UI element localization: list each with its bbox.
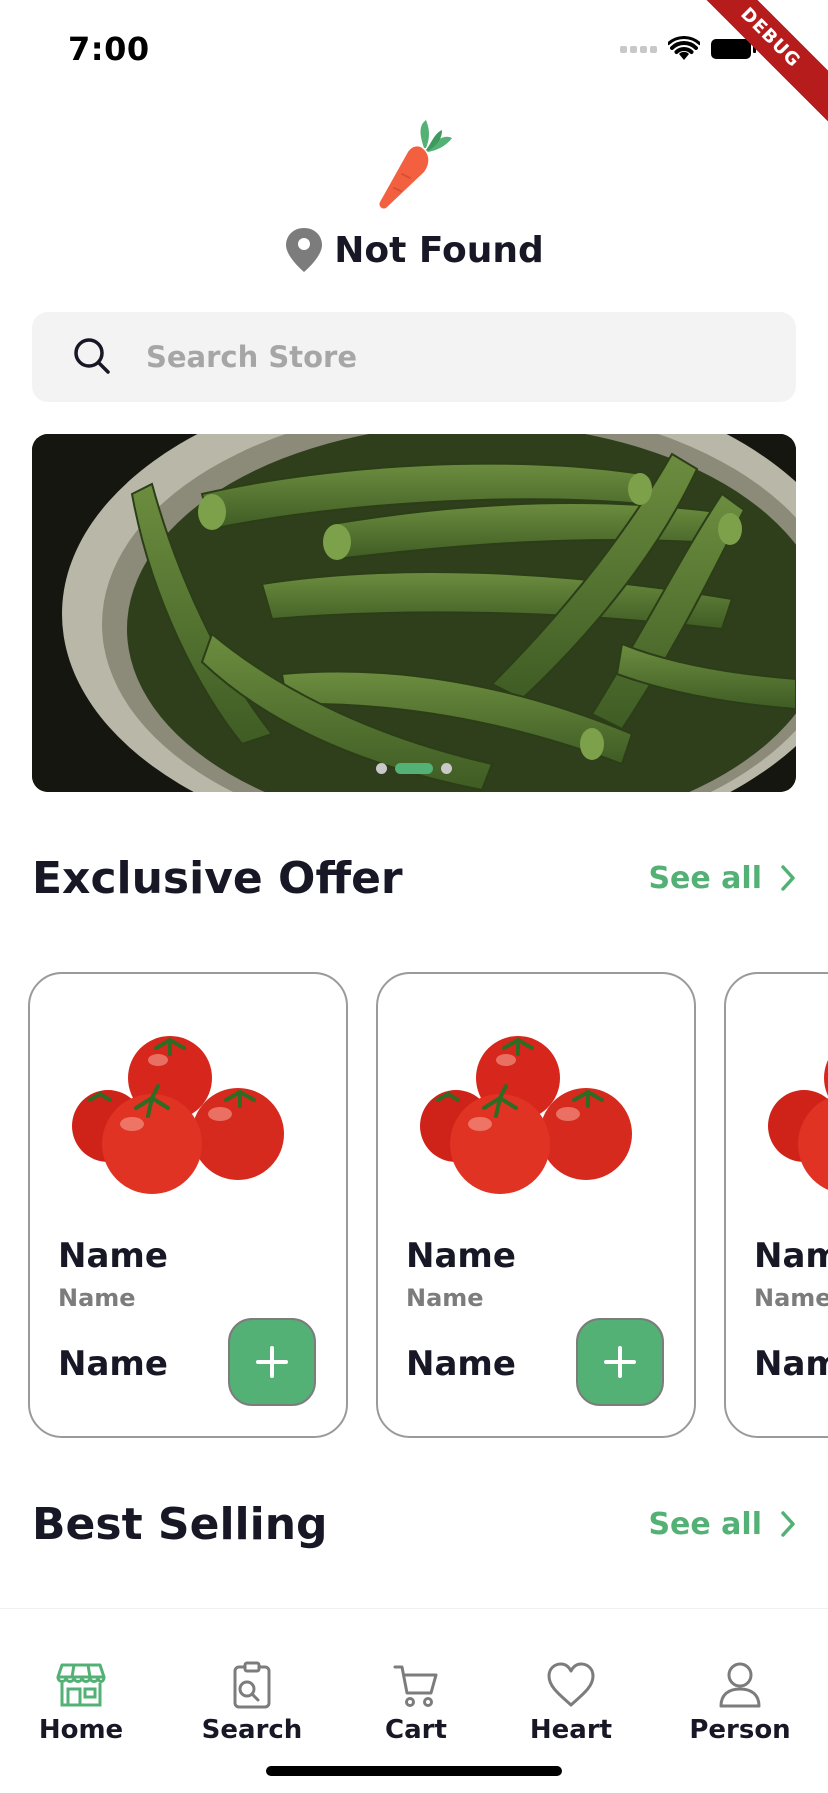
status-bar: 7:00 DEBUG	[0, 0, 828, 136]
product-name: Name	[58, 1236, 168, 1276]
promo-banner[interactable]	[32, 434, 796, 792]
exclusive-offer-title: Exclusive Offer	[32, 852, 403, 904]
carrot-logo-icon	[379, 120, 452, 209]
nav-item-home[interactable]: Home	[38, 1661, 124, 1745]
signal-icon	[620, 46, 657, 53]
search-icon	[74, 338, 110, 374]
nav-label-search: Search	[201, 1715, 303, 1745]
plus-icon	[604, 1346, 636, 1378]
location-label: Not Found	[334, 229, 544, 271]
product-card[interactable]: Name Name Name	[28, 972, 348, 1438]
search-input[interactable]	[146, 312, 746, 402]
nav-item-search[interactable]: Search	[202, 1661, 302, 1745]
search-doc-icon	[233, 1661, 271, 1709]
product-name: Name	[754, 1236, 828, 1276]
see-all-label: See all	[648, 860, 762, 896]
heart-icon	[547, 1662, 595, 1707]
product-subtitle: Name	[754, 1284, 828, 1312]
best-selling-see-all-button[interactable]: See all	[648, 1507, 796, 1542]
carousel-dots[interactable]	[32, 763, 796, 774]
status-icons	[620, 36, 758, 62]
nav-label-home: Home	[38, 1715, 124, 1745]
product-price: Name	[58, 1344, 168, 1384]
chevron-right-icon	[781, 865, 795, 891]
product-image-tomatoes	[768, 1060, 828, 1190]
product-card[interactable]: Name Name Name	[724, 972, 828, 1438]
nav-label-heart: Heart	[529, 1715, 613, 1745]
add-to-cart-button[interactable]	[576, 1318, 664, 1406]
product-price: Name	[406, 1344, 516, 1384]
best-selling-title: Best Selling	[32, 1498, 328, 1550]
location-display[interactable]: Not Found	[0, 226, 828, 274]
nav-item-person[interactable]: Person	[689, 1661, 791, 1745]
product-name: Name	[406, 1236, 516, 1276]
best-selling-header: Best Selling See all	[32, 1494, 796, 1554]
see-all-label: See all	[648, 1506, 762, 1542]
product-subtitle: Name	[406, 1284, 484, 1312]
product-image-tomatoes	[72, 1036, 284, 1194]
exclusive-offer-header: Exclusive Offer See all	[32, 848, 796, 908]
chevron-right-icon	[781, 1511, 795, 1537]
person-icon	[719, 1662, 761, 1708]
carousel-dot-active[interactable]	[395, 763, 433, 774]
nav-item-heart[interactable]: Heart	[529, 1661, 613, 1745]
debug-banner: DEBUG	[672, 0, 828, 136]
product-subtitle: Name	[58, 1284, 136, 1312]
nav-item-cart[interactable]: Cart	[380, 1661, 452, 1745]
exclusive-offer-see-all-button[interactable]: See all	[648, 861, 796, 896]
location-pin-icon	[286, 228, 323, 272]
product-image-tomatoes	[420, 1036, 632, 1194]
nav-label-cart: Cart	[385, 1715, 447, 1745]
add-to-cart-button[interactable]	[228, 1318, 316, 1406]
status-time: 7:00	[68, 30, 150, 68]
wifi-icon	[668, 36, 700, 60]
store-icon	[56, 1663, 106, 1707]
product-price: Name	[754, 1344, 828, 1384]
cart-icon	[393, 1665, 438, 1707]
product-card[interactable]: Name Name Name	[376, 972, 696, 1438]
carousel-dot[interactable]	[441, 763, 452, 774]
plus-icon	[256, 1346, 288, 1378]
home-indicator	[266, 1766, 562, 1776]
exclusive-offer-list[interactable]: Name Name Name Name Name Name Nam Name N…	[28, 972, 828, 1438]
nav-label-person: Person	[689, 1715, 791, 1745]
carousel-dot[interactable]	[376, 763, 387, 774]
okra-banner-image	[32, 434, 796, 792]
search-bar[interactable]	[32, 312, 796, 402]
